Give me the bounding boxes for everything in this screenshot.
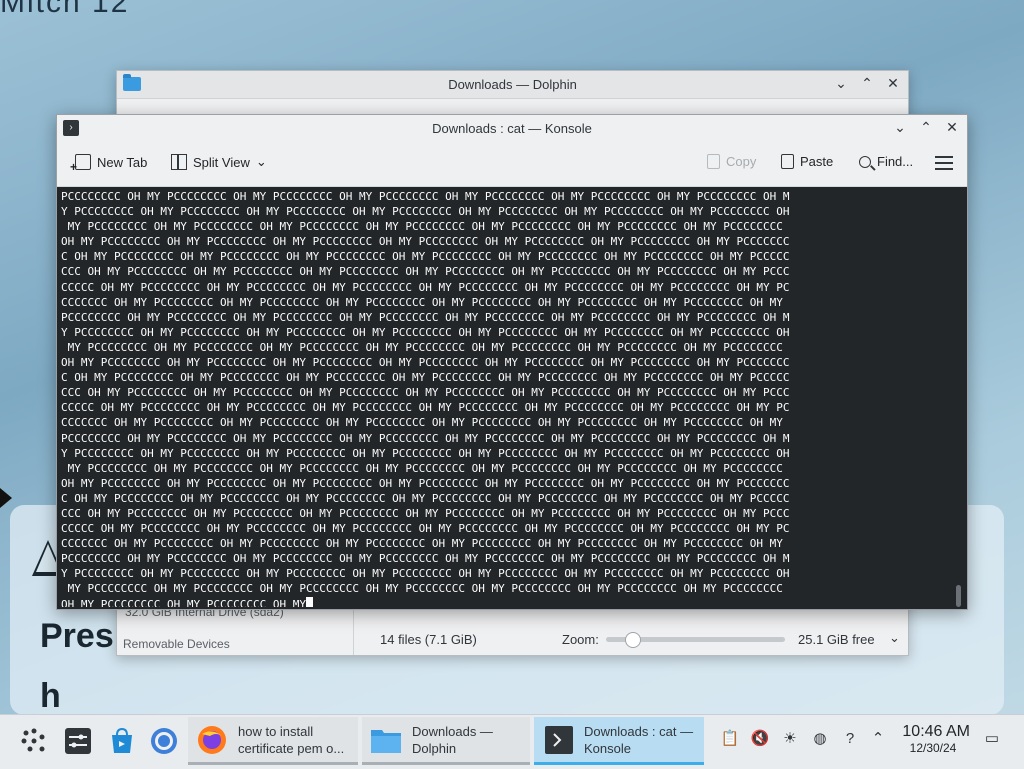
task-dolphin-line-2: Dolphin (412, 740, 457, 756)
terminal-cursor (306, 596, 314, 607)
task-dolphin-label: Downloads — Dolphin (412, 723, 493, 757)
new-tab-icon (70, 154, 91, 174)
split-view-label: Split View (193, 154, 250, 170)
paste-label: Paste (800, 154, 834, 169)
zoom-slider-knob[interactable] (625, 632, 642, 648)
paste-icon (781, 154, 794, 169)
close-icon[interactable]: ✕ (884, 74, 902, 92)
maximize-icon[interactable]: ⌃ (917, 118, 935, 136)
paste-button[interactable]: Paste (781, 154, 833, 169)
places-section-removable: Removable Devices (123, 637, 230, 651)
help-icon[interactable]: ? (840, 729, 860, 749)
copy-icon (707, 154, 720, 169)
clock-date: 12/30/24 (909, 741, 957, 755)
task-firefox[interactable]: how to install certificate pem o... (188, 717, 358, 765)
chromium-icon[interactable] (150, 727, 178, 755)
clipboard-icon[interactable]: 📋 (720, 729, 740, 749)
task-firefox-line-2: certificate pem o... (238, 740, 345, 756)
desktop-top-text: Mitch 12 (0, 0, 130, 19)
find-label: Find... (877, 154, 914, 169)
close-icon[interactable]: ✕ (943, 118, 961, 136)
chevron-down-icon: ⌄ (255, 154, 267, 169)
copy-label: Copy (726, 154, 757, 169)
taskbar: how to install certificate pem o... Down… (0, 714, 1024, 769)
chevron-down-icon[interactable]: ⌄ (889, 630, 900, 646)
hamburger-menu-icon[interactable] (935, 156, 953, 170)
konsole-title: Downloads : cat — Konsole (432, 121, 592, 136)
app-launcher-icon[interactable] (20, 727, 48, 755)
konsole-toolbar: New Tab Split View ⌄ Copy Paste Find... (57, 142, 967, 187)
minimize-icon[interactable]: ⌄ (891, 118, 909, 136)
task-konsole-line-2: Konsole (584, 740, 631, 756)
minimize-icon[interactable]: ⌄ (832, 74, 850, 92)
new-tab-button[interactable]: New Tab (70, 154, 148, 174)
firefox-icon (198, 725, 226, 754)
brightness-icon[interactable]: ☀ (780, 729, 800, 749)
search-icon (859, 155, 871, 168)
new-tab-label: New Tab (97, 154, 148, 170)
dolphin-title: Downloads — Dolphin (448, 77, 577, 92)
clock[interactable]: 10:46 AM 12/30/24 (896, 723, 970, 755)
zoom-label: Zoom: (562, 632, 599, 647)
dolphin-titlebar[interactable]: Downloads — Dolphin ⌄ ⌃ ✕ (117, 71, 908, 99)
folder-icon (371, 729, 401, 753)
free-space-label[interactable]: 25.1 GiB free (798, 632, 875, 647)
split-view-icon (171, 154, 187, 170)
konsole-window: › Downloads : cat — Konsole ⌄ ⌃ ✕ New Ta… (56, 114, 968, 610)
free-space-bar (729, 637, 785, 642)
task-firefox-line-1: how to install (238, 723, 314, 739)
file-count-label: 14 files (7.1 GiB) (380, 632, 477, 647)
terminal-icon (545, 725, 573, 754)
konsole-titlebar[interactable]: › Downloads : cat — Konsole ⌄ ⌃ ✕ (57, 115, 967, 142)
terminal-output[interactable]: PCCCCCCCC OH MY PCCCCCCCC OH MY PCCCCCCC… (61, 189, 945, 607)
mouse-cursor-icon (0, 488, 12, 508)
find-button[interactable]: Find... (859, 154, 913, 169)
split-view-button[interactable]: Split View ⌄ (171, 154, 267, 170)
task-konsole[interactable]: Downloads : cat — Konsole (534, 717, 704, 765)
discover-store-icon[interactable] (108, 727, 136, 755)
system-settings-icon[interactable] (64, 727, 92, 755)
task-konsole-label: Downloads : cat — Konsole (584, 723, 693, 757)
chevron-up-icon[interactable]: ⌃ (868, 729, 888, 749)
copy-button[interactable]: Copy (707, 154, 756, 169)
terminal-scrollbar[interactable] (956, 585, 961, 607)
dolphin-statusbar: 14 files (7.1 GiB) Zoom: 25.1 GiB free ⌄ (354, 625, 908, 655)
maximize-icon[interactable]: ⌃ (858, 74, 876, 92)
terminal-view[interactable]: PCCCCCCCC OH MY PCCCCCCCC OH MY PCCCCCCC… (57, 187, 967, 609)
network-icon[interactable]: ◍ (810, 729, 830, 749)
volume-muted-icon[interactable]: 🔇 (750, 729, 770, 749)
task-firefox-label: how to install certificate pem o... (238, 723, 344, 757)
desktop-panel-line-1: Pres (40, 617, 114, 655)
clock-time: 10:46 AM (902, 723, 970, 740)
task-dolphin-line-1: Downloads — (412, 723, 493, 739)
task-dolphin[interactable]: Downloads — Dolphin (362, 717, 530, 765)
desktop-panel-text: Pres h (40, 606, 114, 726)
task-konsole-line-1: Downloads : cat — (584, 723, 694, 739)
show-desktop-icon[interactable]: ▭ (982, 729, 1002, 749)
